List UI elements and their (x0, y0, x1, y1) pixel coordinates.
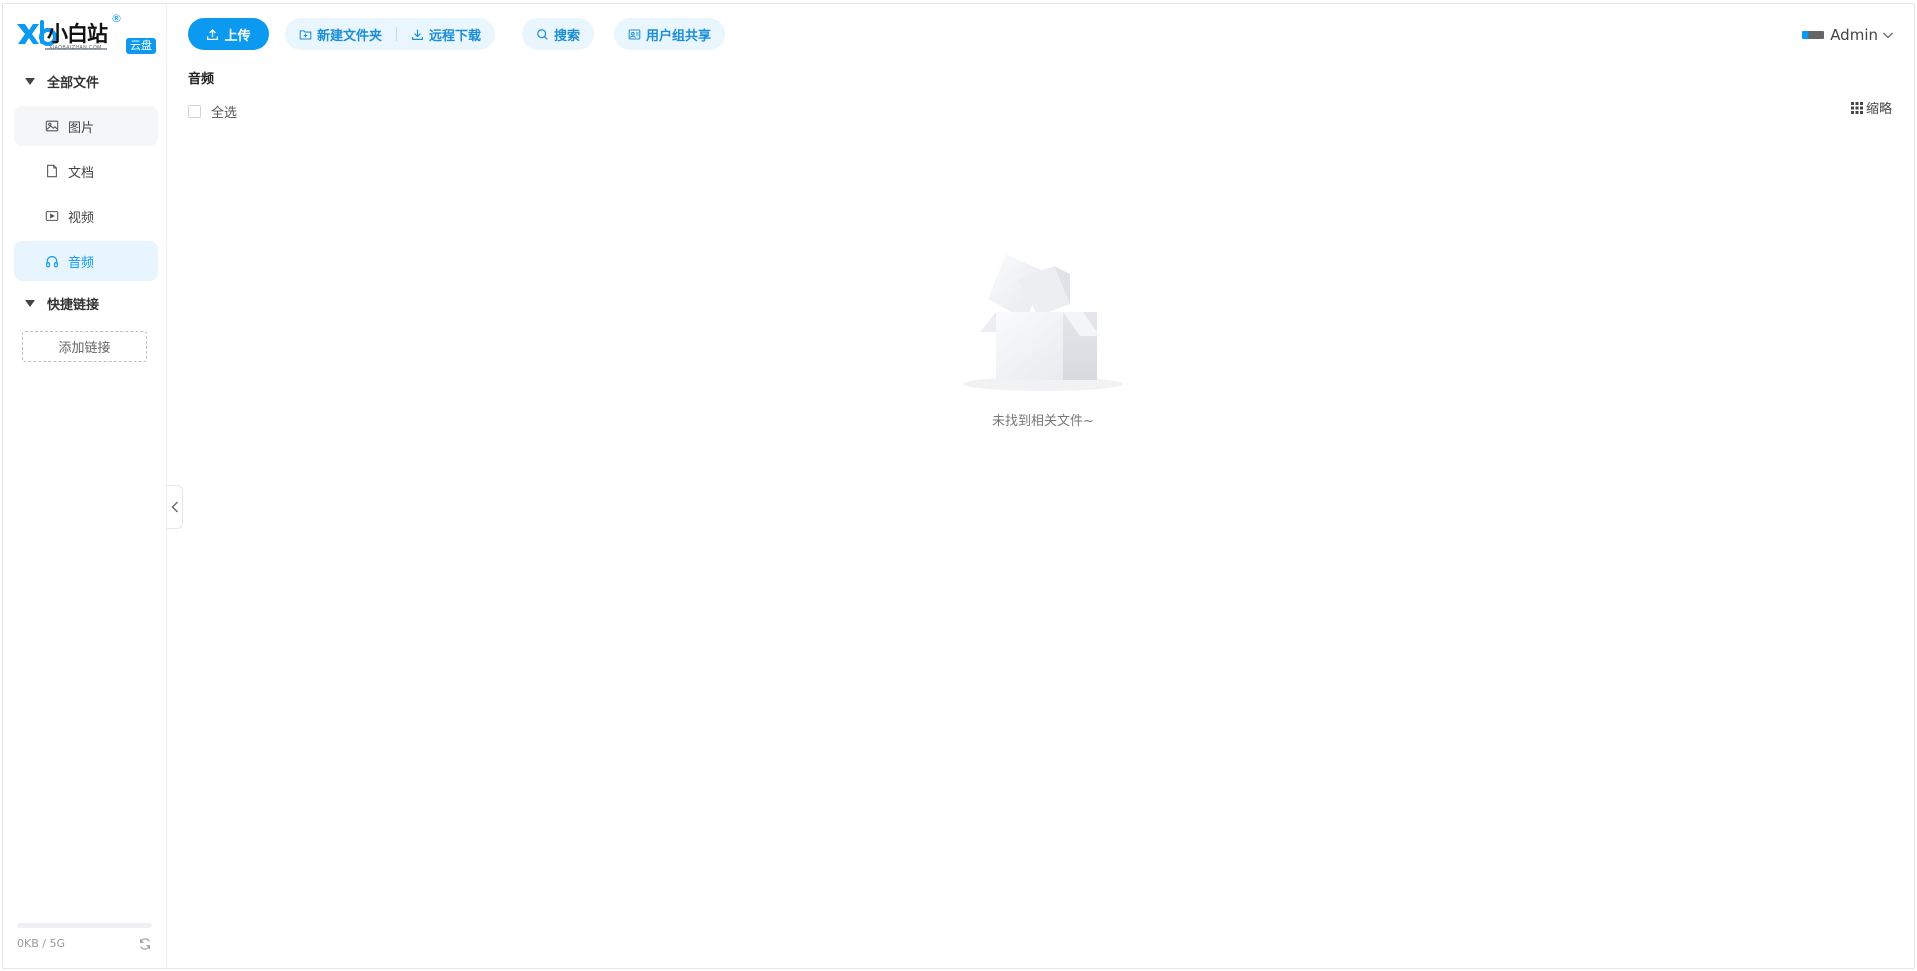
image-icon (44, 118, 60, 134)
view-mode-toggle[interactable]: 缩略 (1850, 98, 1892, 117)
document-icon (44, 163, 60, 179)
app-window: 小白站 ® XIAOBAIZHAN.COM 云盘 全部文件 图片 文档 视频 音… (2, 3, 1915, 969)
logo-wordmark: 小白站 (47, 22, 108, 46)
sidebar-item-label: 视频 (68, 210, 95, 226)
group-all-files-label: 全部文件 (47, 75, 100, 91)
sidebar: 小白站 ® XIAOBAIZHAN.COM 云盘 全部文件 图片 文档 视频 音… (3, 4, 167, 968)
user-menu[interactable]: Admin (1802, 26, 1894, 44)
group-share-button[interactable]: 用户组共享 (614, 18, 726, 50)
sidebar-collapse-button[interactable] (167, 485, 183, 529)
upload-button-label: 上传 (224, 28, 251, 44)
storage-progress-bar (17, 923, 152, 928)
user-name: Admin (1830, 26, 1878, 44)
sidebar-item-label: 音频 (68, 255, 95, 271)
sidebar-item-label: 文档 (68, 165, 95, 181)
upload-icon (207, 28, 219, 40)
sidebar-item-images[interactable]: 图片 (14, 106, 158, 146)
storage-usage: 0KB / 5G (17, 923, 153, 950)
new-folder-icon (299, 29, 312, 39)
caret-down-icon (25, 77, 35, 85)
new-folder-label: 新建文件夹 (317, 28, 383, 44)
remote-download-button[interactable]: 远程下载 (397, 18, 495, 50)
shared-folder-icon (628, 29, 641, 39)
video-icon (44, 208, 60, 224)
add-link-button[interactable]: 添加链接 (22, 331, 147, 362)
select-all-label: 全选 (211, 106, 238, 121)
logo-registered-mark: ® (111, 12, 122, 25)
new-folder-button[interactable]: 新建文件夹 (285, 18, 396, 50)
download-icon (412, 29, 423, 40)
headphones-icon (44, 253, 60, 269)
logo-subtitle: XIAOBAIZHAN.COM (49, 45, 102, 51)
empty-box-illustration (963, 254, 1123, 391)
sidebar-item-videos[interactable]: 视频 (14, 196, 158, 236)
empty-state-message: 未找到相关文件~ (992, 414, 1094, 429)
cloud-disk-badge: 云盘 (126, 38, 156, 54)
storage-text: 0KB / 5G (17, 937, 65, 950)
sidebar-item-audio[interactable]: 音频 (14, 241, 158, 281)
search-button[interactable]: 搜索 (522, 18, 595, 50)
breadcrumb: 音频 (188, 72, 215, 87)
select-all-checkbox[interactable]: 全选 (188, 102, 237, 121)
caret-down-icon (25, 299, 35, 307)
remote-download-label: 远程下载 (429, 28, 482, 44)
group-quick-links-label: 快捷链接 (47, 297, 100, 313)
chevron-left-icon (171, 501, 178, 513)
checkbox-box[interactable] (188, 105, 201, 118)
search-icon (537, 28, 548, 40)
group-all-files[interactable]: 全部文件 (25, 71, 99, 91)
group-quick-links[interactable]: 快捷链接 (25, 293, 99, 313)
upload-button[interactable]: 上传 (188, 18, 269, 50)
grid-icon (1850, 101, 1863, 114)
chevron-down-icon (1883, 32, 1893, 39)
group-share-label: 用户组共享 (646, 28, 712, 44)
search-label: 搜索 (554, 28, 581, 44)
refresh-icon[interactable] (138, 937, 152, 951)
folder-actions-group: 新建文件夹 远程下载 (285, 18, 496, 50)
sidebar-item-label: 图片 (68, 120, 95, 136)
sidebar-item-documents[interactable]: 文档 (14, 151, 158, 191)
view-mode-label: 缩略 (1865, 102, 1892, 117)
user-avatar (1802, 31, 1825, 39)
logo[interactable]: 小白站 ® XIAOBAIZHAN.COM 云盘 (15, 12, 160, 54)
